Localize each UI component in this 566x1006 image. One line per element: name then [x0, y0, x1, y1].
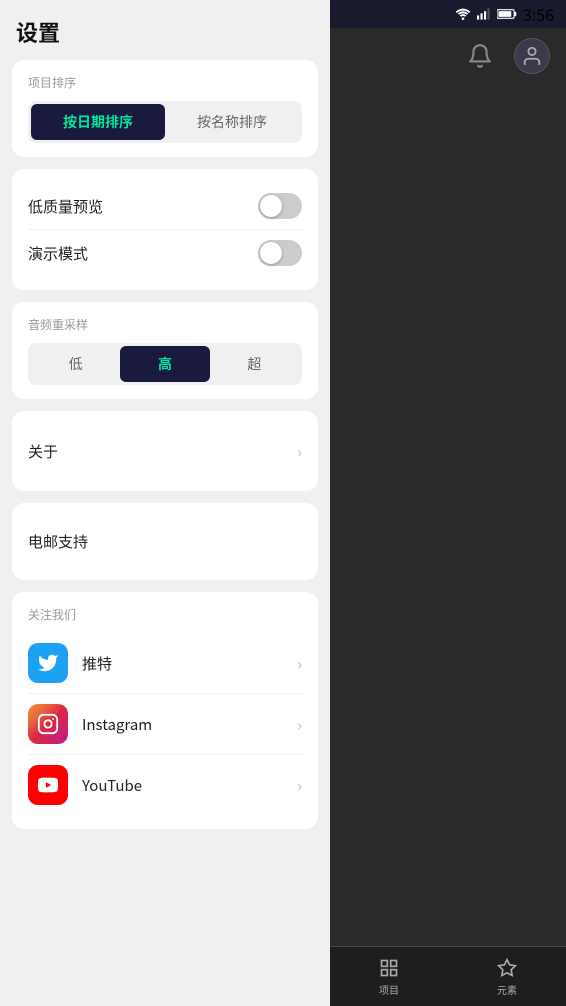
nav-label-elements: 元素	[497, 982, 517, 997]
about-menu-item[interactable]: 关于 ›	[28, 425, 302, 477]
twitter-chevron-icon: ›	[297, 651, 302, 675]
elements-icon	[495, 956, 519, 980]
instagram-label: Instagram	[82, 714, 297, 735]
audio-high-button[interactable]: 高	[120, 346, 209, 382]
youtube-label: YouTube	[82, 775, 297, 796]
right-panel: 3:56	[330, 0, 566, 1006]
email-section: 电邮支持	[12, 503, 318, 580]
profile-icon[interactable]	[514, 38, 550, 74]
projects-icon	[377, 956, 401, 980]
demo-mode-toggle[interactable]	[258, 240, 302, 266]
instagram-icon	[28, 704, 68, 744]
page-title: 设置	[16, 16, 314, 48]
low-quality-label: 低质量预览	[28, 196, 103, 217]
sort-by-name-button[interactable]: 按名称排序	[165, 104, 299, 140]
sort-buttons-group: 按日期排序 按名称排序	[28, 101, 302, 143]
settings-panel: 设置 项目排序 按日期排序 按名称排序 低质量预览 演示模式 音频重采样 低 高…	[0, 0, 330, 1006]
audio-low-button[interactable]: 低	[31, 346, 120, 382]
twitter-icon	[28, 643, 68, 683]
audio-buttons-group: 低 高 超	[28, 343, 302, 385]
low-quality-row: 低质量预览	[28, 183, 302, 229]
youtube-chevron-icon: ›	[297, 773, 302, 797]
right-panel-icons	[330, 28, 566, 74]
youtube-icon	[28, 765, 68, 805]
about-section: 关于 ›	[12, 411, 318, 491]
nav-item-elements[interactable]: 元素	[495, 956, 519, 997]
about-label: 关于	[28, 441, 58, 462]
instagram-chevron-icon: ›	[297, 712, 302, 736]
email-label: 电邮支持	[28, 531, 88, 552]
demo-mode-label: 演示模式	[28, 243, 88, 264]
instagram-item[interactable]: Instagram ›	[28, 693, 302, 754]
audio-super-button[interactable]: 超	[210, 346, 299, 382]
battery-icon	[497, 8, 517, 20]
bottom-navigation: 项目 元素	[330, 946, 566, 1006]
follow-section: 关注我们 推特 › Instagram ›	[12, 592, 318, 829]
sort-section-label: 项目排序	[28, 74, 302, 91]
nav-item-projects[interactable]: 项目	[377, 956, 401, 997]
about-chevron-icon: ›	[297, 439, 302, 463]
sort-section: 项目排序 按日期排序 按名称排序	[12, 60, 318, 157]
email-menu-item[interactable]: 电邮支持	[28, 517, 302, 566]
signal-icon	[477, 8, 491, 20]
sort-by-date-button[interactable]: 按日期排序	[31, 104, 165, 140]
quality-section: 低质量预览 演示模式	[12, 169, 318, 290]
follow-section-label: 关注我们	[28, 606, 302, 623]
status-time: 3:56	[523, 2, 554, 26]
low-quality-toggle[interactable]	[258, 193, 302, 219]
audio-section-label: 音频重采样	[28, 316, 302, 333]
nav-label-projects: 项目	[379, 982, 399, 997]
youtube-item[interactable]: YouTube ›	[28, 754, 302, 815]
twitter-label: 推特	[82, 653, 297, 674]
twitter-item[interactable]: 推特 ›	[28, 633, 302, 693]
status-bar: 3:56	[330, 0, 566, 28]
wifi-icon	[455, 8, 471, 20]
audio-section: 音频重采样 低 高 超	[12, 302, 318, 399]
demo-mode-row: 演示模式	[28, 229, 302, 276]
settings-header: 设置	[0, 0, 330, 60]
notification-bell-icon[interactable]	[462, 38, 498, 74]
